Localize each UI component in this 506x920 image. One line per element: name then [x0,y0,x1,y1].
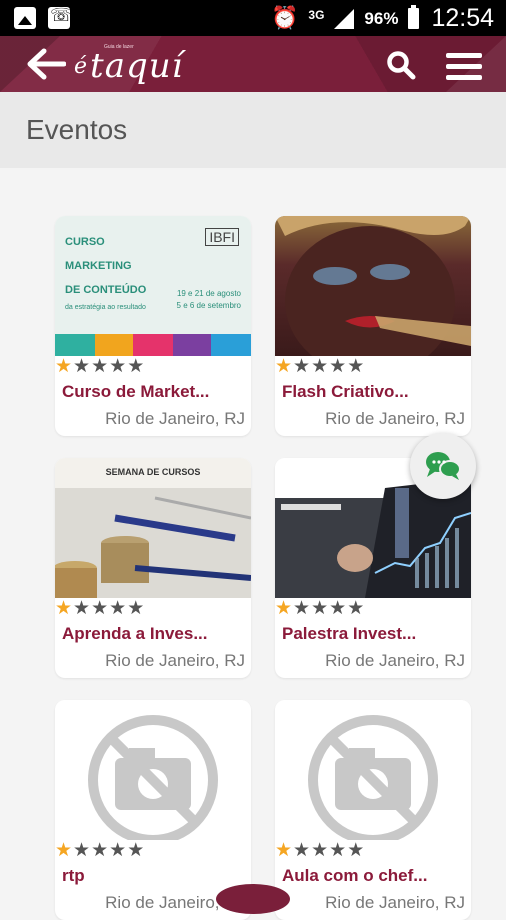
no-image-camera-icon [308,715,438,840]
star-icon: ★ [73,839,91,861]
alarm-icon: ⏰ [270,5,299,31]
rating-stars: ★ ★ ★ ★ ★ [55,598,144,618]
event-image [275,216,471,356]
rating-stars: ★ ★ ★ ★ ★ [275,598,364,618]
event-card[interactable]: ★ ★ ★ ★ ★ rtp Rio de Janeiro, RJ [55,700,251,920]
star-icon: ★ [109,839,127,861]
event-location: Rio de Janeiro, RJ [325,651,465,670]
event-title: Palestra Invest... [282,624,417,643]
star-icon: ★ [311,597,329,619]
star-icon: ★ [293,597,311,619]
back-button[interactable] [26,46,67,82]
star-icon: ★ [347,355,365,377]
event-card[interactable]: ★ ★ ★ ★ ★ Flash Criativo... Rio de Janeiro, … [275,216,471,436]
star-icon: ★ [329,839,347,861]
event-location: Rio de Janeiro, RJ [325,409,465,428]
star-icon: ★ [109,355,127,377]
event-card[interactable]: CURSO MARKETING DE CONTEÚDO da estratégi… [55,216,251,436]
event-image [55,700,251,840]
page-title: Eventos [26,114,128,145]
star-icon: ★ [275,839,293,861]
no-image-camera-icon [88,715,218,840]
star-icon: ★ [311,839,329,861]
star-icon: ★ [73,597,91,619]
back-arrow-icon [27,48,67,80]
star-icon: ★ [73,355,91,377]
star-icon: ★ [127,839,145,861]
clock: 12:54 [431,4,494,32]
star-icon: ★ [91,355,109,377]
bottom-button-partial[interactable] [216,884,290,914]
gallery-notification-icon [14,7,36,29]
event-location: Rio de Janeiro, RJ [325,893,465,912]
chat-icon [426,452,461,480]
event-location: Rio de Janeiro, RJ [105,651,245,670]
battery-icon [408,5,420,29]
event-title: Flash Criativo... [282,382,409,401]
status-bar: ⏰ 3G 96% 12:54 [0,0,506,36]
rating-stars: ★ ★ ★ ★ ★ [55,840,144,860]
star-icon: ★ [293,355,311,377]
star-icon: ★ [55,355,73,377]
star-icon: ★ [347,839,365,861]
hamburger-menu-icon [446,53,482,58]
search-icon [387,51,416,80]
rating-stars: ★ ★ ★ ★ ★ [275,840,364,860]
rating-stars: ★ ★ ★ ★ ★ [275,356,364,376]
section-header: Eventos [0,92,506,168]
star-icon: ★ [275,355,293,377]
signal-icon [334,8,355,29]
event-image [275,700,471,840]
star-icon: ★ [127,355,145,377]
chat-fab-button[interactable] [410,433,476,499]
event-image: SEMANA DE CURSOS [55,458,251,598]
star-icon: ★ [293,839,311,861]
battery-percent: 96% [364,8,399,28]
event-title: Aula com o chef... [282,866,428,885]
event-card[interactable]: ★ ★ ★ ★ ★ Aula com o chef... Rio de Janeiro,… [275,700,471,920]
app-bar: Guia de lazer étaquí [0,36,506,92]
rating-stars: ★ ★ ★ ★ ★ [55,356,144,376]
missed-call-notification-icon [48,5,73,29]
hamburger-menu-button[interactable] [446,53,482,81]
star-icon: ★ [311,355,329,377]
star-icon: ★ [91,839,109,861]
star-icon: ★ [329,355,347,377]
event-title: rtp [62,866,85,885]
event-title: Aprenda a Inves... [62,624,208,643]
network-type: 3G [308,7,325,22]
search-button[interactable] [386,50,416,80]
star-icon: ★ [91,597,109,619]
star-icon: ★ [275,597,293,619]
star-icon: ★ [55,839,73,861]
star-icon: ★ [127,597,145,619]
star-icon: ★ [109,597,127,619]
event-card[interactable]: SEMANA DE CURSOS ★ ★ ★ ★ ★ Aprenda a Inves..… [55,458,251,678]
event-title: Curso de Market... [62,382,210,401]
event-image: CURSO MARKETING DE CONTEÚDO da estratégi… [55,216,251,356]
event-location: Rio de Janeiro, RJ [105,409,245,428]
star-icon: ★ [329,597,347,619]
star-icon: ★ [55,597,73,619]
star-icon: ★ [347,597,365,619]
